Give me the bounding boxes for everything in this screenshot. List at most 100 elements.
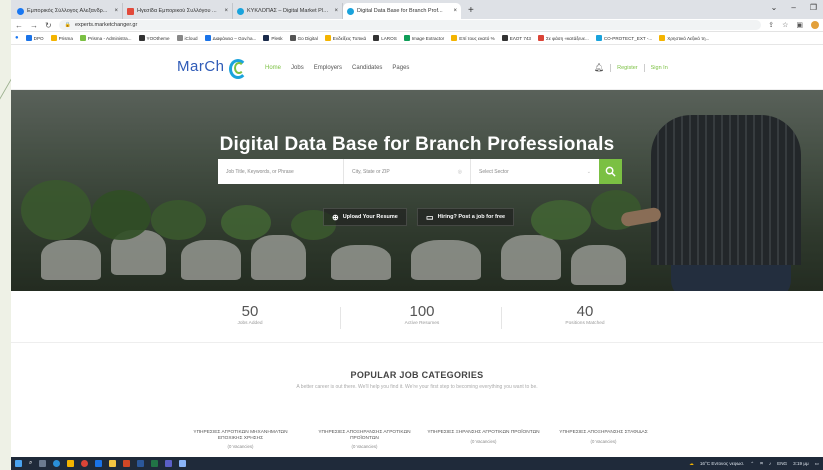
nav-candidates[interactable]: Candidates [352,65,382,71]
clock[interactable]: 3:19 μμ [793,461,809,466]
category-card[interactable]: ΥΠΗΡΕΣΙΕΣ ΑΠΟΞΗΡΑΝΣΗΣ ΑΓΡΟΤΙΚΩΝ ΠΡΟΪΟΝΤΩ… [307,430,422,449]
bookmark-item[interactable]: Prisma [50,35,73,41]
logo-text: MarCh [177,58,225,75]
volume-icon[interactable]: ♪ [769,461,771,466]
new-tab-button[interactable]: + [468,3,474,19]
teams-icon[interactable] [165,460,173,467]
bookmark-label: Image Extractor [411,35,445,41]
bookmark-icon [79,35,86,41]
category-card[interactable]: ΥΠΗΡΕΣΙΕΣ ΞΗΡΑΝΣΗΣ ΑΓΡΟΤΙΚΩΝ ΠΡΟΪΟΝΤΩΝ (0… [426,430,541,444]
excel-icon[interactable] [151,460,159,467]
post-job-button[interactable]: ▭ Hiring? Post a job for free [417,208,515,226]
windows-start-icon[interactable] [15,460,22,467]
bell-icon[interactable]: 🔔︎ [594,63,604,72]
search-button[interactable] [599,159,622,184]
word-icon[interactable] [137,460,145,467]
desktop-edge [0,0,11,470]
back-icon[interactable]: ← [15,19,23,32]
chrome-icon[interactable] [81,460,89,467]
bookmark-item[interactable]: DPO [25,35,44,41]
bookmark-item[interactable]: Plesk [263,35,283,41]
bookmark-item[interactable]: Επί τους εκατό % [451,35,495,41]
edge-icon[interactable] [53,460,61,467]
task-view-icon[interactable] [39,460,47,467]
app-icon[interactable] [179,460,187,467]
bookmark-item[interactable]: YOOtheme [138,35,170,41]
windows-taskbar: ⌕ ☁ 16°C Εντονος νεφωσ. ⌃ ⌗ ♪ ENG 3:19 μ… [11,457,823,470]
bookmark-item[interactable]: Go Digital [289,35,318,41]
close-icon[interactable]: × [453,8,457,14]
signin-link[interactable]: Sign In [651,65,668,71]
register-link[interactable]: Register [617,65,637,71]
powerpoint-icon[interactable] [123,460,131,467]
bookmark-item[interactable]: LAROS [373,35,397,41]
upload-resume-button[interactable]: ⊕ Upload Your Resume [323,208,407,226]
address-bar: ← → ↻ 🔒 experts.marketchanger.gr ⇪ ☆ ▣ [11,19,823,32]
stat-number: 100 [409,303,435,320]
category-count: (0 Vacancies) [590,438,617,444]
category-card[interactable]: ΥΠΗΡΕΣΙΕΣ ΑΠΟΞΗΡΑΝΣΗΣ ΣΤΑΦΙΔΑΣ (0 Vacanci… [546,430,661,444]
restore-icon[interactable]: ❐ [810,3,817,12]
bookmark-label: Σε φάση «κατάξευε... [546,35,589,41]
bookmark-item[interactable]: CO-PROTECT_EXT -... [595,35,652,41]
close-icon[interactable]: × [334,8,338,14]
bookmark-item[interactable]: Χρηστικό Λεξικό τη... [659,35,709,41]
bookmark-label: Prisma [58,35,73,41]
bookmark-item[interactable]: Prisma - Administra... [79,35,132,41]
browser-tab[interactable]: Εμπορικός Σύλλογος Αλεξανδρ... × [13,3,123,19]
url-field[interactable]: 🔒 experts.marketchanger.gr [58,20,762,30]
bookmark-item[interactable]: Image Extractor [403,35,445,41]
language-indicator[interactable]: ENG [777,461,787,466]
bookmark-item[interactable]: Διαφάνεια – Gov.ha... [204,35,256,41]
nav-jobs[interactable]: Jobs [291,65,304,71]
briefcase-icon: ▭ [426,212,434,222]
browser-tab-active[interactable]: Digital Data Base for Branch Prof... × [343,3,461,19]
nav-home[interactable]: Home [265,65,281,71]
bookmark-icon [176,35,183,41]
browser-tab[interactable]: ΚΥΚΛΟΠΑΣ – Digital Market Plat... × [233,3,343,19]
bookmark-icon [263,35,270,41]
category-card[interactable]: ΥΠΗΡΕΣΙΕΣ ΑΓΡΟΤΙΚΩΝ ΜΗΧΑΝΗΜΑΤΩΝ ΕΠΟΧΙΚΗΣ… [183,430,298,449]
march-logo-icon [228,58,247,79]
bookmark-item[interactable]: Σε φάση «κατάξευε... [538,35,589,41]
site-favicon-icon [127,7,134,15]
profile-avatar[interactable] [811,21,819,29]
weather-text[interactable]: 16°C Εντονος νεφωσ. [700,461,745,466]
category-name: ΥΠΗΡΕΣΙΕΣ ΑΠΟΞΗΡΑΝΣΗΣ ΑΓΡΟΤΙΚΩΝ ΠΡΟΪΟΝΤΩ… [318,430,411,441]
sidebar-icon[interactable]: ▣ [796,21,803,29]
keyword-input[interactable]: Job Title, Keywords, or Phrase [218,159,344,184]
category-count: (0 Vacancies) [470,438,497,444]
stat-resumes: 100 Active Resumes [367,304,477,326]
sector-placeholder: Select Sector [479,168,509,175]
divider [643,63,645,72]
explorer-icon[interactable] [109,460,117,467]
search-app-icon[interactable] [67,460,75,467]
facebook-icon[interactable]: ● [15,35,19,41]
share-icon[interactable]: ⇪ [768,21,774,29]
forward-icon[interactable]: → [30,19,38,32]
tab-label: Ηγεσίδα Εμπορικού Συλλόγου ... [137,8,217,14]
browser-tab[interactable]: Ηγεσίδα Εμπορικού Συλλόγου ... × [123,3,233,19]
browser-window: Εμπορικός Σύλλογος Αλεξανδρ... × Ηγεσίδα … [11,0,823,470]
sector-select[interactable]: Select Sector ⌄ [471,159,599,184]
chevron-up-icon[interactable]: ⌃ [750,461,754,467]
close-icon[interactable]: × [224,8,228,14]
search-icon[interactable]: ⌕ [29,460,32,467]
nav-pages[interactable]: Pages [392,65,409,71]
minimize-icon[interactable]: – [791,3,795,12]
bookmark-item[interactable]: iCloud [176,35,198,41]
tab-search-icon[interactable]: ⌄ [771,3,778,12]
star-icon[interactable]: ☆ [782,21,788,29]
network-icon[interactable]: ⌗ [760,461,763,466]
bookmark-item[interactable]: ΕΛΟΤ 743 [501,35,531,41]
site-logo[interactable]: MarCh [177,58,247,79]
close-icon[interactable]: × [114,8,118,14]
reload-icon[interactable]: ↻ [45,19,52,32]
bookmark-item[interactable]: Ενδείξεις Τοπικά [324,35,366,41]
hero-overlay [11,90,823,291]
mail-icon[interactable] [95,460,103,467]
notification-icon[interactable]: ▭ [815,461,819,467]
bookmark-icon [138,35,145,41]
location-input[interactable]: City, State or ZIP ◎ [344,159,471,184]
nav-employers[interactable]: Employers [314,65,342,71]
